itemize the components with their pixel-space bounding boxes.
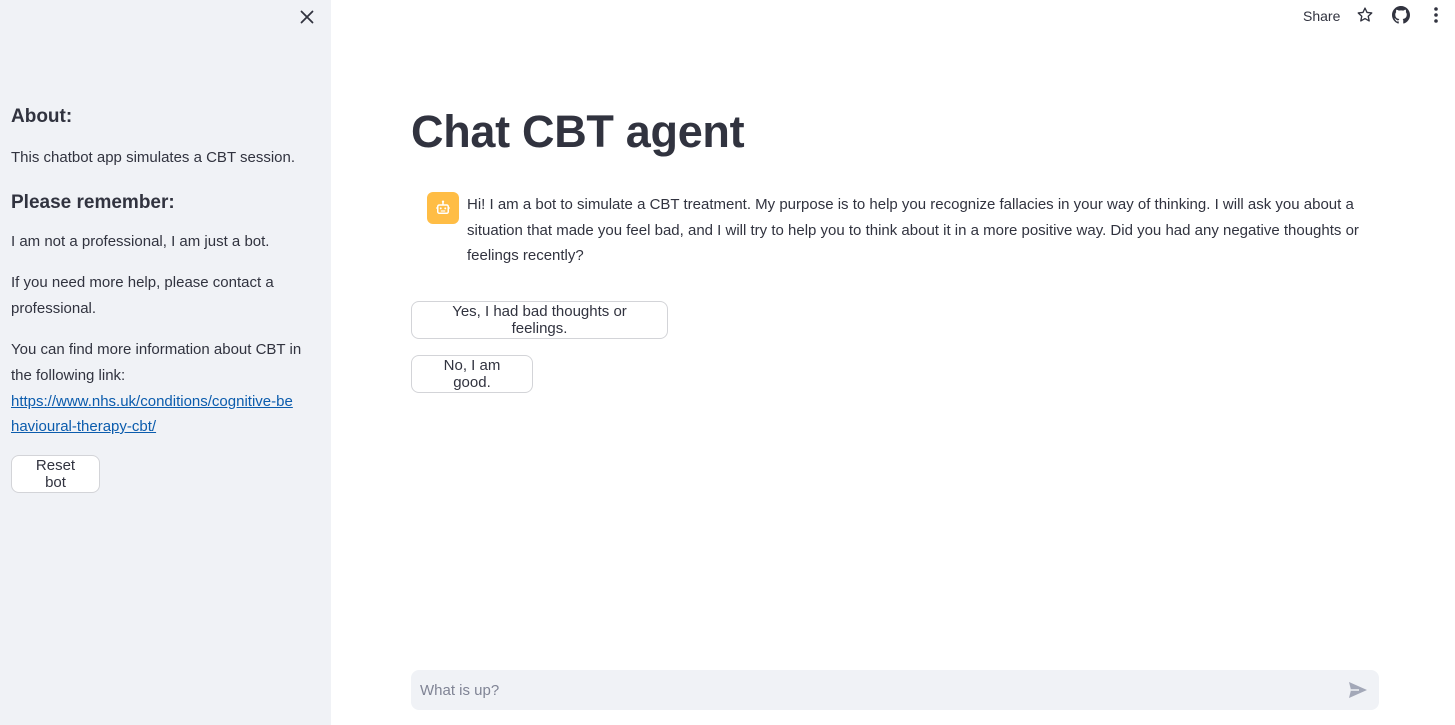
share-button[interactable]: Share	[1303, 8, 1340, 24]
remember-heading: Please remember:	[11, 192, 175, 213]
reset-bot-button[interactable]: Reset bot	[11, 455, 100, 493]
close-icon[interactable]	[296, 6, 318, 28]
bot-message-text: Hi! I am a bot to simulate a CBT treatme…	[467, 196, 1359, 264]
bot-icon	[427, 192, 459, 224]
remember-line-1: I am not a professional, I am just a bot…	[11, 233, 270, 250]
chat-input[interactable]	[411, 670, 1343, 710]
github-icon[interactable]	[1391, 5, 1411, 25]
chat-input-container	[411, 670, 1379, 710]
remember-line-3: You can find more information about CBT …	[11, 341, 302, 384]
bot-chat-message: Hi! I am a bot to simulate a CBT treatme…	[427, 192, 1377, 269]
more-vertical-icon[interactable]	[1426, 5, 1446, 25]
choice-no-button[interactable]: No, I am good.	[411, 355, 533, 393]
remember-line-2: If you need more help, please contact a …	[11, 274, 274, 317]
cbt-info-link[interactable]: https://www.nhs.uk/conditions/cognitive-…	[11, 389, 301, 439]
about-text: This chatbot app simulates a CBT session…	[11, 149, 296, 166]
send-icon[interactable]	[1343, 675, 1373, 705]
star-icon[interactable]	[1355, 5, 1375, 25]
page-title: Chat CBT agent	[411, 106, 745, 157]
app: About: This chatbot app simulates a CBT …	[0, 0, 1455, 725]
sidebar: About: This chatbot app simulates a CBT …	[0, 0, 331, 725]
choice-yes-button[interactable]: Yes, I had bad thoughts or feelings.	[411, 301, 668, 339]
sidebar-content: About: This chatbot app simulates a CBT …	[11, 104, 311, 493]
about-heading: About:	[11, 106, 73, 127]
